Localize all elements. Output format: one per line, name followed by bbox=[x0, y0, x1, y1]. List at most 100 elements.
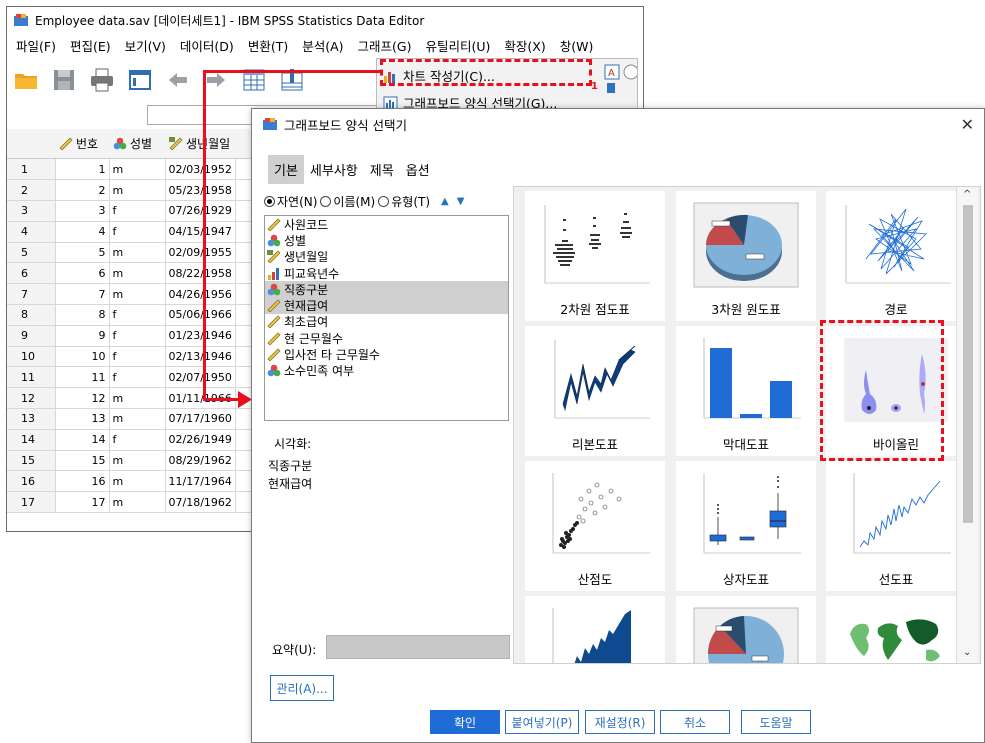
cell-id[interactable]: 4 bbox=[55, 221, 110, 243]
dialog-recall-icon[interactable] bbox=[127, 67, 153, 93]
row-number[interactable]: 11 bbox=[7, 366, 56, 389]
help-button[interactable]: 도움말 bbox=[741, 710, 811, 734]
cell-id[interactable]: 2 bbox=[55, 179, 110, 202]
cell-gender[interactable]: f bbox=[109, 429, 166, 451]
cell-birthdate[interactable]: 04/26/1956 bbox=[165, 283, 236, 306]
menu-graphs[interactable]: 그래프(G) bbox=[351, 36, 419, 55]
close-icon[interactable]: ✕ bbox=[961, 115, 974, 134]
variable-item[interactable]: 입사전 타 근무월수 bbox=[265, 346, 508, 362]
open-folder-icon[interactable] bbox=[13, 67, 39, 93]
cell-id[interactable]: 13 bbox=[55, 408, 110, 430]
cell-birthdate[interactable]: 07/17/1960 bbox=[165, 408, 236, 430]
tab-basic[interactable]: 기본 bbox=[268, 155, 304, 184]
gallery-item-3d-pie-chart[interactable]: 3차원 원도표 bbox=[676, 191, 816, 321]
cell-id[interactable]: 10 bbox=[55, 346, 110, 368]
cell-birthdate[interactable]: 02/07/1950 bbox=[165, 366, 236, 389]
gallery-scrollbar[interactable]: ^ ⌄ bbox=[956, 187, 978, 663]
variable-item[interactable]: 성별 bbox=[265, 232, 508, 248]
row-number[interactable]: 5 bbox=[7, 242, 56, 264]
cell-id[interactable]: 3 bbox=[55, 200, 110, 222]
scroll-down-icon[interactable]: ⌄ bbox=[963, 647, 971, 658]
move-down-icon[interactable]: ▼ bbox=[457, 196, 465, 207]
sort-natural-radio[interactable]: 자연(N) bbox=[264, 193, 317, 210]
cell-id[interactable]: 1 bbox=[55, 159, 110, 181]
row-number[interactable]: 2 bbox=[7, 179, 56, 202]
save-icon[interactable] bbox=[51, 67, 77, 93]
variable-item[interactable]: 직종구분 bbox=[265, 281, 508, 298]
scroll-up-icon[interactable]: ^ bbox=[963, 189, 971, 200]
reset-button[interactable]: 재설정(R) bbox=[585, 710, 655, 734]
paste-button[interactable]: 붙여넣기(P) bbox=[505, 710, 579, 734]
gallery-item-box-plot[interactable]: 상자도표 bbox=[676, 461, 816, 591]
row-number[interactable]: 1 bbox=[7, 159, 56, 181]
menu-transform[interactable]: 변환(T) bbox=[241, 36, 295, 55]
cell-birthdate[interactable]: 05/06/1966 bbox=[165, 304, 236, 326]
variable-item[interactable]: 사원코드 bbox=[265, 216, 508, 232]
tab-options[interactable]: 옵션 bbox=[400, 155, 436, 184]
row-number[interactable]: 7 bbox=[7, 283, 56, 306]
summary-select[interactable] bbox=[326, 635, 510, 659]
cell-gender[interactable]: m bbox=[109, 491, 166, 514]
cell-birthdate[interactable]: 11/17/1964 bbox=[165, 470, 236, 493]
cell-id[interactable]: 8 bbox=[55, 304, 110, 326]
row-number[interactable]: 10 bbox=[7, 346, 56, 368]
ok-button[interactable]: 확인 bbox=[430, 710, 500, 734]
cell-gender[interactable]: f bbox=[109, 304, 166, 326]
gallery-item-ribbon[interactable]: 리본도표 bbox=[525, 326, 665, 456]
sort-name-radio[interactable]: 이름(M) bbox=[320, 193, 375, 210]
column-header-gender[interactable]: 성별 bbox=[109, 135, 165, 152]
cell-gender[interactable]: f bbox=[109, 366, 166, 389]
gallery-item-bar-chart[interactable]: 막대도표 bbox=[676, 326, 816, 456]
cell-birthdate[interactable]: 08/29/1962 bbox=[165, 450, 236, 472]
cell-gender[interactable]: m bbox=[109, 242, 166, 264]
variable-item[interactable]: 최초급여 bbox=[265, 314, 508, 330]
gallery-item-area[interactable] bbox=[525, 596, 665, 663]
row-number[interactable]: 15 bbox=[7, 450, 56, 472]
cell-id[interactable]: 6 bbox=[55, 262, 110, 285]
tab-titles[interactable]: 제목 bbox=[364, 155, 400, 184]
menu-view[interactable]: 보기(V) bbox=[118, 36, 173, 55]
variable-item[interactable]: 피교육년수 bbox=[265, 265, 508, 281]
row-number[interactable]: 17 bbox=[7, 491, 56, 514]
manage-button[interactable]: 관리(A)... bbox=[270, 675, 334, 701]
column-header-id[interactable]: 번호 bbox=[55, 135, 109, 152]
variable-item[interactable]: 소수민족 여부 bbox=[265, 363, 508, 379]
print-icon[interactable] bbox=[89, 67, 115, 93]
cell-id[interactable]: 5 bbox=[55, 242, 110, 264]
variable-item[interactable]: 생년월일 bbox=[265, 249, 508, 265]
cell-gender[interactable]: m bbox=[109, 159, 166, 181]
cell-id[interactable]: 14 bbox=[55, 429, 110, 451]
cell-gender[interactable]: m bbox=[109, 470, 166, 493]
undo-icon[interactable] bbox=[165, 67, 191, 93]
cell-birthdate[interactable]: 07/26/1929 bbox=[165, 200, 236, 222]
row-number[interactable]: 3 bbox=[7, 200, 56, 222]
variable-item[interactable]: 현 근무월수 bbox=[265, 330, 508, 346]
cell-birthdate[interactable]: 02/13/1946 bbox=[165, 346, 236, 368]
cell-id[interactable]: 7 bbox=[55, 283, 110, 306]
cell-birthdate[interactable]: 08/22/1958 bbox=[165, 262, 236, 285]
cell-gender[interactable]: m bbox=[109, 262, 166, 285]
cell-birthdate[interactable]: 05/23/1958 bbox=[165, 179, 236, 202]
cell-gender[interactable]: m bbox=[109, 179, 166, 202]
cell-birthdate[interactable]: 02/09/1955 bbox=[165, 242, 236, 264]
cell-gender[interactable]: f bbox=[109, 325, 166, 347]
row-number[interactable]: 13 bbox=[7, 408, 56, 430]
row-number[interactable]: 12 bbox=[7, 387, 56, 410]
column-header-birthdate[interactable]: 생년월일 bbox=[165, 135, 235, 152]
sort-type-radio[interactable]: 유형(T) bbox=[378, 193, 430, 210]
cell-id[interactable]: 12 bbox=[55, 387, 110, 410]
gallery-item-path[interactable]: 경로 bbox=[826, 191, 966, 321]
menu-edit[interactable]: 편집(E) bbox=[63, 36, 118, 55]
row-number[interactable]: 8 bbox=[7, 304, 56, 326]
gallery-item-pie[interactable] bbox=[676, 596, 816, 663]
cell-birthdate[interactable]: 07/18/1962 bbox=[165, 491, 236, 514]
scroll-thumb[interactable] bbox=[963, 205, 973, 523]
menu-extensions[interactable]: 확장(X) bbox=[497, 36, 552, 55]
row-number[interactable]: 14 bbox=[7, 429, 56, 451]
row-number[interactable]: 16 bbox=[7, 470, 56, 493]
cell-gender[interactable]: f bbox=[109, 346, 166, 368]
menu-analyze[interactable]: 분석(A) bbox=[295, 36, 350, 55]
cell-id[interactable]: 15 bbox=[55, 450, 110, 472]
menu-file[interactable]: 파일(F) bbox=[9, 36, 63, 55]
gallery-item-scatter[interactable]: 산점도 bbox=[525, 461, 665, 591]
